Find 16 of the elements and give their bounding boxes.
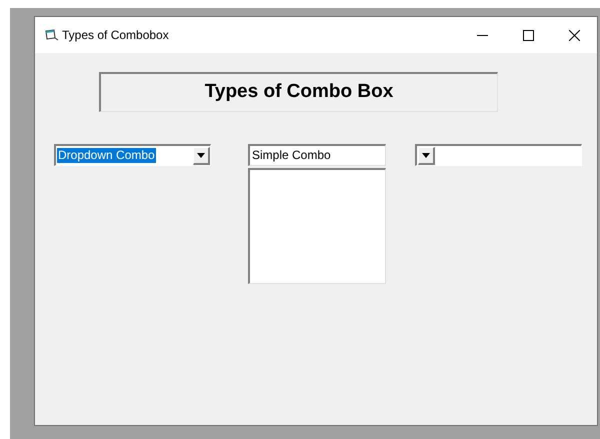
window-title: Types of Combobox xyxy=(62,27,169,44)
combo-list[interactable] xyxy=(248,168,386,284)
dropdown-list[interactable] xyxy=(415,144,582,166)
dropdown-combo[interactable]: Dropdown Combo xyxy=(54,144,211,166)
caret-icon xyxy=(422,152,430,158)
dropdown-button[interactable] xyxy=(193,146,210,164)
maximize-icon xyxy=(522,30,534,40)
combo-text: Dropdown Combo xyxy=(57,148,156,163)
app-icon xyxy=(45,29,59,41)
dropdown-button[interactable] xyxy=(418,146,435,164)
caret-icon xyxy=(197,152,205,158)
close-icon xyxy=(568,30,580,40)
heading: Types of Combo Box xyxy=(204,80,394,104)
combo-text: Simple Combo xyxy=(251,148,332,163)
minimize-icon xyxy=(476,34,488,36)
combo-field[interactable]: Simple Combo xyxy=(248,144,386,166)
